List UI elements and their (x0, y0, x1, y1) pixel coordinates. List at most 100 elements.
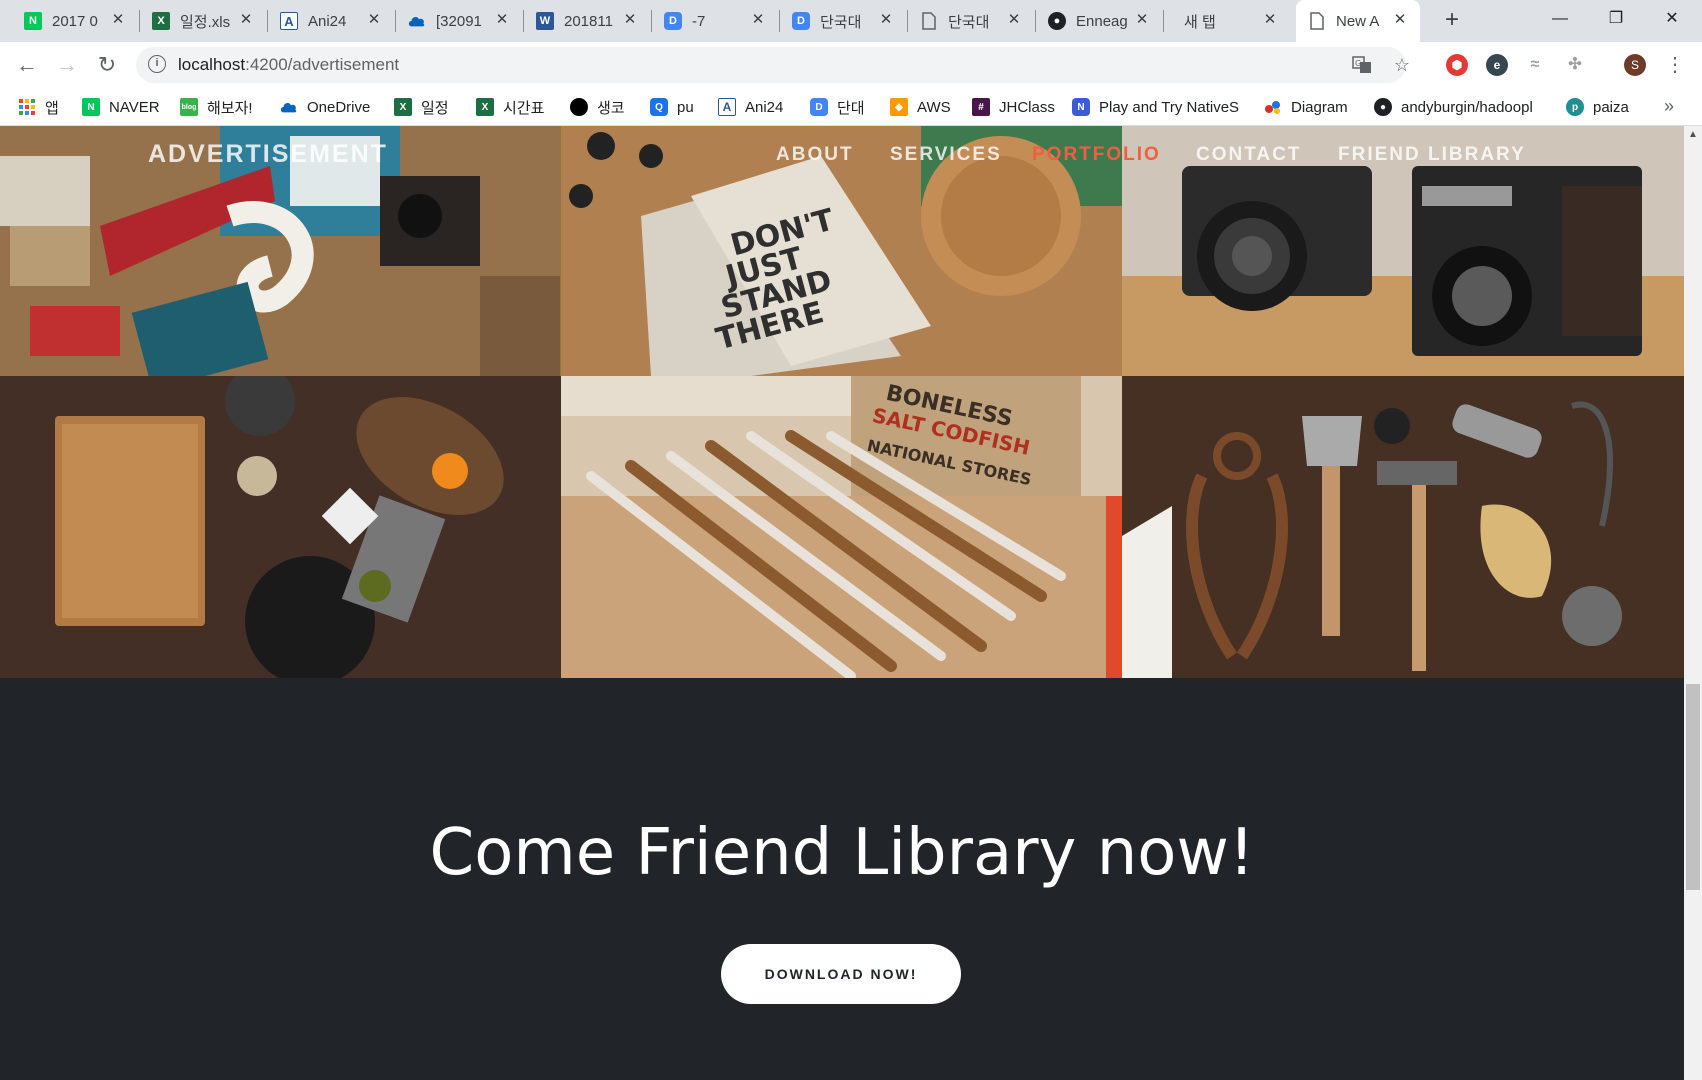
nav-link-contact[interactable]: CONTACT (1196, 144, 1301, 166)
aws-cube-icon: ◆ (890, 98, 908, 116)
bookmark-naver[interactable]: N NAVER (82, 96, 160, 118)
scrollbar-thumb[interactable] (1686, 684, 1700, 890)
profile-avatar[interactable]: S (1624, 54, 1646, 76)
bookmark-label: pu (677, 98, 694, 116)
tab-github[interactable]: ● Enneag ✕ (1036, 0, 1164, 42)
bookmark-pu[interactable]: Q pu (650, 96, 694, 118)
bookmark-github[interactable]: ● andyburgin/hadoopl (1374, 96, 1541, 118)
tab-page[interactable]: 단국대 ✕ (908, 0, 1036, 42)
address-bar[interactable]: i localhost:4200/advertisement G ☆ (136, 47, 1410, 83)
reload-icon[interactable]: ↻ (94, 52, 120, 78)
adblock-icon[interactable]: ⬢ (1446, 54, 1468, 76)
tab-title: Ani24 (308, 12, 347, 30)
excel-icon: X (152, 12, 170, 30)
menu-kebab-icon[interactable]: ⋮ (1662, 52, 1688, 78)
close-icon[interactable]: ✕ (1392, 12, 1408, 28)
bookmark-apps[interactable]: 앱 (18, 96, 59, 118)
scroll-up-arrow-icon[interactable]: ▲ (1684, 126, 1702, 144)
bookmark-nativescript[interactable]: N Play and Try NativeS (1072, 96, 1241, 118)
minimize-icon[interactable]: — (1540, 6, 1580, 32)
n-icon: N (1072, 98, 1090, 116)
close-icon[interactable]: ✕ (878, 12, 894, 28)
tab-active[interactable]: New A ✕ (1296, 0, 1420, 42)
nav-link-services[interactable]: SERVICES (890, 144, 1002, 166)
github-icon: ● (1048, 12, 1066, 30)
close-icon[interactable]: ✕ (1262, 12, 1278, 28)
portfolio-photo-tools[interactable] (1122, 376, 1684, 678)
bookmark-aws[interactable]: ◆ AWS (890, 96, 951, 118)
portfolio-photo-kitchen[interactable] (0, 376, 561, 678)
bookmark-label: 단대 (837, 99, 865, 117)
page-icon (1308, 12, 1326, 30)
bookmark-label: Diagram (1291, 98, 1348, 116)
info-icon[interactable]: i (148, 55, 166, 73)
bookmark-label: 해보자! (207, 99, 253, 117)
bookmark-onedrive[interactable]: OneDrive (280, 96, 370, 118)
extension-e-icon[interactable]: e (1486, 54, 1508, 76)
bookmark-dandae[interactable]: D 단대 (810, 96, 865, 118)
bookmark-blog[interactable]: blog 해보자! (180, 96, 253, 118)
tab-title: [32091 (436, 12, 482, 30)
bookmark-star-icon[interactable]: ☆ (1392, 55, 1412, 75)
url-host: localhost (178, 55, 246, 74)
bookmark-paiza[interactable]: p paiza (1566, 96, 1629, 118)
close-icon[interactable]: ✕ (366, 12, 382, 28)
doc-d-icon: D (810, 98, 828, 116)
bookmark-saengko[interactable]: 생코 (570, 96, 625, 118)
close-icon[interactable]: ✕ (622, 12, 638, 28)
tab-doc-1[interactable]: D -7 ✕ (652, 0, 780, 42)
browser-window: N 2017 0 ✕ X 일정.xls ✕ A Ani24 ✕ [32091 ✕… (0, 0, 1702, 1080)
tab-doc-2[interactable]: D 단국대 ✕ (780, 0, 908, 42)
page-viewport: DON'T JUST STAND THERE BONELESS SALT COD… (0, 126, 1684, 1080)
window-close-icon[interactable]: ✕ (1652, 6, 1692, 32)
bookmarks-bar: 앱 N NAVER blog 해보자! OneDrive X 일정 X 시간표 … (0, 88, 1702, 126)
tab-onedrive[interactable]: [32091 ✕ (396, 0, 524, 42)
url-text[interactable]: localhost:4200/advertisement (178, 55, 399, 75)
close-icon[interactable]: ✕ (1006, 12, 1022, 28)
portfolio-photo-rulers[interactable]: BONELESS SALT CODFISH NATIONAL STORES (561, 376, 1122, 678)
nav-link-portfolio[interactable]: PORTFOLIO (1032, 144, 1161, 166)
apps-grid-icon (18, 98, 36, 116)
browser-toolbar: ← → ↻ i localhost:4200/advertisement G ☆… (0, 42, 1702, 88)
github-icon: ● (1374, 98, 1392, 116)
tab-ani24[interactable]: A Ani24 ✕ (268, 0, 396, 42)
bookmark-schedule[interactable]: X 일정 (394, 96, 449, 118)
tab-title: 2017 0 (52, 12, 98, 30)
tab-title: New A (1336, 12, 1380, 30)
bookmark-label: OneDrive (307, 98, 371, 116)
excel-icon: X (476, 98, 494, 116)
bookmark-timetable[interactable]: X 시간표 (476, 96, 544, 118)
tab-title: 단국대 (820, 13, 862, 31)
more-bookmarks-icon[interactable]: » (1664, 96, 1674, 117)
bookmark-label: andyburgin/hadoopl (1401, 98, 1533, 116)
new-tab-button[interactable]: + (1440, 8, 1464, 33)
bookmark-label: Ani24 (745, 98, 784, 116)
tab-new-tab[interactable]: 새 탭 ✕ (1164, 0, 1292, 42)
back-arrow-icon[interactable]: ← (14, 52, 40, 78)
download-now-button[interactable]: DOWNLOAD NOW! (721, 944, 961, 1004)
forward-arrow-icon[interactable]: → (54, 52, 80, 78)
tab-excel[interactable]: X 일정.xls ✕ (140, 0, 268, 42)
extension-wave-icon[interactable]: ≈ (1524, 54, 1546, 76)
close-icon[interactable]: ✕ (750, 12, 766, 28)
bookmark-ani24[interactable]: A Ani24 (718, 96, 783, 118)
bookmark-jhclass[interactable]: # JHClass (972, 96, 1055, 118)
restore-icon[interactable]: ❐ (1596, 6, 1636, 32)
close-icon[interactable]: ✕ (238, 12, 254, 28)
close-icon[interactable]: ✕ (1134, 12, 1150, 28)
close-icon[interactable]: ✕ (494, 12, 510, 28)
translate-icon[interactable]: G (1352, 55, 1372, 75)
page-scrollbar[interactable]: ▲ (1684, 126, 1702, 1080)
extension-puzzle-icon[interactable]: ✣ (1564, 54, 1586, 76)
close-icon[interactable]: ✕ (110, 12, 126, 28)
bookmark-diagram[interactable]: Diagram (1264, 96, 1348, 118)
tab-naver[interactable]: N 2017 0 ✕ (12, 0, 140, 42)
nav-link-about[interactable]: ABOUT (776, 144, 854, 166)
page-icon (920, 12, 938, 30)
onedrive-icon (408, 12, 426, 30)
nav-link-friend-library[interactable]: FRIEND LIBRARY (1338, 144, 1526, 166)
site-brand[interactable]: ADVERTISEMENT (148, 140, 388, 169)
bookmark-label: JHClass (999, 98, 1055, 116)
tab-word[interactable]: W 201811 ✕ (524, 0, 652, 42)
call-to-action-section: Come Friend Library now! DOWNLOAD NOW! (0, 678, 1684, 1080)
